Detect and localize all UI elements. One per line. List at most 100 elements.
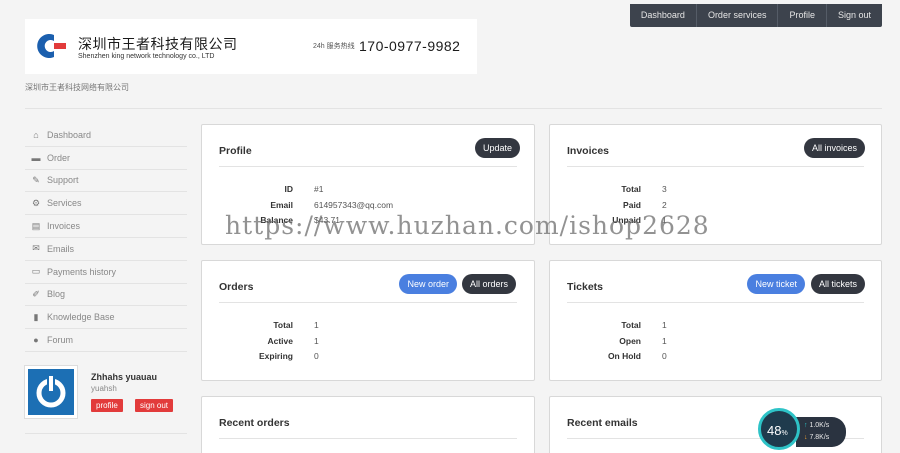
speed-rates: ↑ 1.0K/s ↓ 7.8K/s bbox=[796, 417, 846, 447]
kv-value: 0 bbox=[314, 351, 319, 361]
recent-emails-title: Recent emails bbox=[567, 417, 638, 429]
kv-value: 614957343@qq.com bbox=[314, 200, 394, 210]
sidebar-item-label: Blog bbox=[47, 289, 66, 300]
user-handle: yuahsh bbox=[91, 384, 117, 393]
company-name-cn: 深圳市王者科技有限公司 bbox=[78, 37, 238, 53]
nav-dashboard[interactable]: Dashboard bbox=[630, 4, 696, 27]
cart-icon: ▬ bbox=[31, 152, 41, 163]
sidebar-item-label: Forum bbox=[47, 335, 74, 346]
avatar[interactable] bbox=[25, 366, 77, 418]
user-box: Zhhahs yuauau yuahsh profile sign out bbox=[25, 364, 187, 420]
kv-key: Expiring bbox=[258, 351, 293, 361]
wrench-icon: ✎ bbox=[32, 174, 40, 185]
company-name-en: Shenzhen king network technology co., LT… bbox=[78, 53, 215, 60]
tickets-panel: Tickets New ticket All tickets Total 1 Op… bbox=[549, 260, 882, 381]
sidebar-item-forum[interactable]: ● Forum bbox=[25, 329, 187, 352]
sidebar-item-label: Invoices bbox=[47, 221, 81, 232]
sidebar: ⌂ Dashboard ▬ Order ✎ Support ⚙ Services ▤ In… bbox=[25, 124, 187, 352]
panel-divider bbox=[219, 302, 517, 303]
kv-value: 0 bbox=[662, 351, 667, 361]
header-banner: 深圳市王者科技有限公司 Shenzhen king network techno… bbox=[25, 19, 477, 74]
kv-key: Email bbox=[270, 200, 293, 210]
recent-orders-title: Recent orders bbox=[219, 417, 290, 429]
kv-value: #1 bbox=[314, 184, 324, 194]
sidebar-item-label: Dashboard bbox=[47, 129, 92, 140]
panel-divider bbox=[567, 302, 864, 303]
sign-out-button[interactable]: sign out bbox=[135, 399, 174, 412]
sidebar-item-blog[interactable]: ✐ Blog bbox=[25, 284, 187, 307]
arrow-up-icon: ↑ bbox=[804, 422, 808, 429]
sidebar-item-order[interactable]: ▬ Order bbox=[25, 147, 187, 170]
sidebar-item-invoices[interactable]: ▤ Invoices bbox=[25, 215, 187, 238]
network-speed-widget[interactable]: ↑ 1.0K/s ↓ 7.8K/s 48% bbox=[758, 408, 850, 450]
upload-rate: ↑ 1.0K/s bbox=[804, 422, 829, 429]
speed-percent: 48% bbox=[767, 423, 788, 438]
sidebar-divider bbox=[25, 433, 187, 434]
sidebar-item-knowledge-base[interactable]: ▮ Knowledge Base bbox=[25, 306, 187, 330]
user-name: Zhhahs yuauau bbox=[91, 372, 158, 382]
upload-rate-value: 1.0K/s bbox=[809, 422, 830, 429]
kv-key: Active bbox=[267, 336, 293, 346]
sidebar-item-services[interactable]: ⚙ Services bbox=[25, 192, 187, 216]
all-invoices-button[interactable]: All invoices bbox=[803, 138, 865, 158]
sidebar-item-emails[interactable]: ✉ Emails bbox=[25, 238, 187, 261]
kv-key: Paid bbox=[623, 200, 641, 210]
update-button[interactable]: Update bbox=[474, 138, 520, 158]
download-rate-value: 7.8K/s bbox=[809, 434, 830, 441]
kv-value: 2 bbox=[662, 200, 667, 210]
sidebar-item-label: Emails bbox=[47, 243, 75, 254]
new-ticket-button[interactable]: New ticket bbox=[747, 274, 805, 294]
sidebar-item-dashboard[interactable]: ⌂ Dashboard bbox=[25, 124, 187, 147]
kv-key: Open bbox=[619, 336, 641, 346]
sidebar-item-support[interactable]: ✎ Support bbox=[25, 170, 187, 193]
kv-value: 3 bbox=[662, 184, 667, 194]
kv-value: 1 bbox=[314, 336, 319, 346]
company-logo-icon bbox=[37, 34, 66, 59]
new-order-button[interactable]: New order bbox=[399, 274, 457, 294]
kv-key: Total bbox=[273, 320, 293, 330]
header-divider bbox=[25, 108, 882, 109]
home-icon: ⌂ bbox=[33, 129, 39, 140]
panel-divider bbox=[219, 438, 517, 439]
speed-percent-value: 48 bbox=[767, 423, 782, 438]
sidebar-item-label: Services bbox=[47, 198, 82, 209]
kv-key: ID bbox=[284, 184, 294, 194]
kv-value: 1 bbox=[314, 320, 319, 330]
hotline-phone: 170-0977-9982 bbox=[359, 38, 461, 54]
file-icon: ▤ bbox=[31, 220, 41, 231]
kv-key: On Hold bbox=[607, 351, 641, 361]
edit-icon: ✐ bbox=[32, 288, 40, 299]
arrow-down-icon: ↓ bbox=[804, 434, 808, 441]
kv-key: Total bbox=[621, 184, 641, 194]
sidebar-item-label: Support bbox=[47, 175, 79, 186]
recent-orders-panel: Recent orders bbox=[201, 396, 535, 453]
panel-divider bbox=[219, 166, 517, 167]
watermark-text: https://www.huzhan.com/ishop2628 bbox=[225, 211, 710, 240]
kv-value: 1 bbox=[662, 336, 667, 346]
envelope-icon: ✉ bbox=[32, 243, 40, 254]
all-tickets-button[interactable]: All tickets bbox=[810, 274, 865, 294]
nav-profile[interactable]: Profile bbox=[777, 4, 826, 27]
kv-key: Total bbox=[621, 320, 641, 330]
nav-order-services[interactable]: Order services bbox=[695, 4, 778, 27]
sidebar-item-payments-history[interactable]: ▭ Payments history bbox=[25, 261, 187, 284]
gears-icon: ⚙ bbox=[31, 197, 41, 208]
invoices-title: Invoices bbox=[567, 145, 610, 157]
profile-button[interactable]: profile bbox=[91, 399, 123, 412]
power-icon bbox=[36, 375, 66, 408]
hotline-label: 24h 服务热线 bbox=[313, 43, 355, 50]
site-subtitle: 深圳市王者科技网络有限公司 bbox=[25, 83, 129, 92]
all-orders-button[interactable]: All orders bbox=[461, 274, 516, 294]
tickets-title: Tickets bbox=[567, 281, 603, 293]
sidebar-item-label: Knowledge Base bbox=[47, 312, 115, 323]
download-rate: ↓ 7.8K/s bbox=[804, 434, 829, 441]
book-icon: ▮ bbox=[33, 311, 39, 322]
nav-sign-out[interactable]: Sign out bbox=[825, 4, 882, 27]
comments-icon: ● bbox=[33, 335, 39, 346]
top-nav: Dashboard Order services Profile Sign ou… bbox=[629, 4, 882, 27]
orders-panel: Orders New order All orders Total 1 Activ… bbox=[201, 260, 535, 381]
profile-title: Profile bbox=[219, 145, 252, 157]
panel-divider bbox=[567, 166, 864, 167]
speed-percent-unit: % bbox=[781, 430, 788, 437]
sidebar-item-label: Order bbox=[47, 152, 71, 163]
